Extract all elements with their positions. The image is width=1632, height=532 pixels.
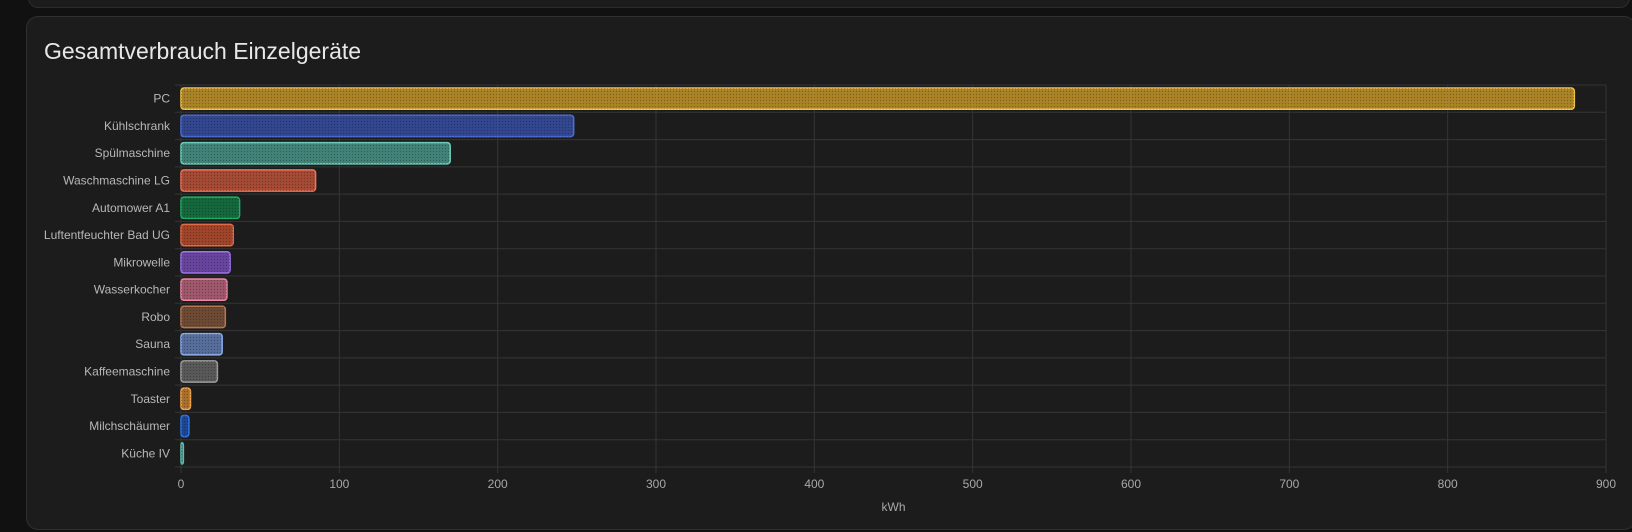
x-tick-label: 900 [1596, 477, 1616, 491]
category-label: Wasserkocher [94, 283, 170, 297]
bar-texture [181, 169, 316, 192]
x-tick-label: 300 [646, 477, 666, 491]
bar-texture [181, 251, 231, 273]
bar-texture [181, 388, 191, 410]
x-axis-title: kWh [882, 500, 906, 514]
category-labels: PC Kühlschrank Spülmaschine Waschmaschine L… [44, 92, 171, 461]
x-tick-label: 0 [178, 477, 185, 491]
category-label: PC [153, 92, 170, 106]
category-label: Küche IV [121, 446, 170, 460]
bar-texture [181, 142, 451, 164]
x-tick-label: 600 [1121, 477, 1141, 491]
x-tick-label: 700 [1279, 477, 1299, 491]
bar-texture [181, 442, 184, 464]
category-label: Toaster [131, 392, 170, 406]
bar-texture [181, 306, 226, 328]
x-tick-label: 100 [329, 477, 349, 491]
bar-texture [181, 88, 1575, 110]
category-label: Robo [141, 310, 170, 324]
category-label: Milchschäumer [89, 419, 170, 433]
x-tick-label: 400 [804, 477, 824, 491]
category-label: Sauna [135, 337, 170, 351]
bar-texture [181, 279, 227, 301]
category-label: Mikrowelle [113, 255, 170, 269]
bar-texture [181, 197, 240, 219]
category-label: Automower A1 [92, 201, 170, 215]
bar-texture [181, 333, 223, 355]
bar-texture [181, 360, 218, 383]
category-label: Kaffeemaschine [84, 365, 170, 379]
x-tick-label: 800 [1438, 477, 1458, 491]
x-tick-label: 200 [488, 477, 508, 491]
category-label: Spülmaschine [95, 146, 171, 160]
x-tick-label: 500 [963, 477, 983, 491]
bar-texture [181, 415, 189, 437]
x-tick-labels: 0 100 200 300 400 500 600 700 800 900 [178, 477, 1617, 491]
bar-texture [181, 224, 234, 246]
category-label: Kühlschrank [104, 119, 171, 133]
bar-texture [181, 115, 574, 137]
bar-chart: PC Kühlschrank Spülmaschine Waschmaschine L… [44, 84, 1617, 514]
category-label: Waschmaschine LG [63, 174, 170, 188]
category-label: Luftentfeuchter Bad UG [44, 228, 170, 242]
